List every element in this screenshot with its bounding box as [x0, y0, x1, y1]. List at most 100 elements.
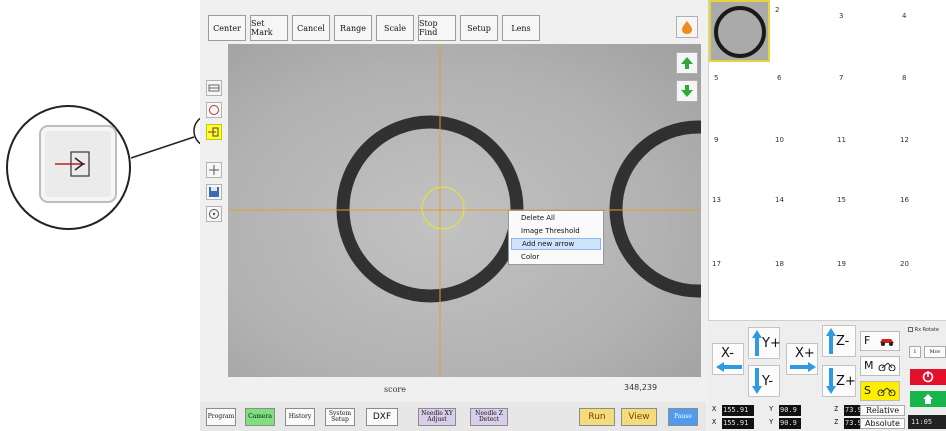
menu-item-image-threshold[interactable]: Image Threshold: [511, 225, 601, 237]
mini-button-1[interactable]: 1: [909, 346, 921, 358]
set-mark-button[interactable]: Set Mark: [250, 15, 288, 41]
menu-item-add-new-arrow[interactable]: Add new arrow: [511, 238, 601, 250]
x-coord-value: 155.91: [722, 418, 754, 429]
z-axis-label: Z: [834, 405, 839, 413]
ruler-icon: [208, 84, 220, 92]
lens-button[interactable]: Lens: [502, 15, 540, 41]
program-tab[interactable]: Program: [206, 408, 236, 426]
target-icon: [209, 209, 219, 219]
medium-speed-button[interactable]: M: [860, 356, 900, 376]
cell-8[interactable]: 8: [902, 74, 906, 82]
scale-button[interactable]: Scale: [376, 15, 414, 41]
save-tool[interactable]: [206, 184, 222, 200]
y-coord-value: 90.9: [779, 418, 801, 429]
dxf-button[interactable]: DXF: [366, 408, 398, 426]
add-arrow-icon: [208, 127, 219, 137]
y-minus-button[interactable]: Y-: [748, 365, 780, 397]
brightness-up-button[interactable]: [676, 52, 698, 74]
checkbox-box: [908, 327, 913, 332]
mini-button-move[interactable]: Mov: [924, 346, 946, 358]
arrow-left-icon: [716, 362, 742, 372]
view-button[interactable]: View: [621, 408, 657, 426]
cell-9[interactable]: 9: [714, 136, 718, 144]
stop-find-button[interactable]: Stop Find: [418, 15, 456, 41]
coord-row-1: X 155.91 Y 90.9 Z 73.98: [712, 405, 866, 416]
menu-item-color[interactable]: Color: [511, 251, 601, 263]
flame-icon: [682, 21, 692, 34]
circle-tool[interactable]: [206, 102, 222, 118]
ruler-tool[interactable]: [206, 80, 222, 96]
cell-3[interactable]: 3: [839, 12, 843, 20]
cell-19[interactable]: 19: [837, 260, 846, 268]
y-plus-button[interactable]: Y+: [748, 327, 781, 359]
y-coord-value: 90.9: [779, 405, 801, 416]
x-axis-label: X: [712, 418, 717, 426]
slow-speed-button[interactable]: S: [860, 381, 900, 401]
context-menu: Delete All Image Threshold Add new arrow…: [508, 210, 604, 265]
zoom-add-arrow-button: [39, 125, 117, 203]
bottom-bar: Program Camera History System Setup DXF …: [200, 402, 706, 431]
save-icon: [209, 187, 219, 197]
x-plus-label: X+: [795, 346, 815, 361]
camera-tab[interactable]: Camera: [245, 408, 275, 426]
cell-14[interactable]: 14: [775, 196, 784, 204]
pause-button[interactable]: Pause: [668, 408, 698, 426]
cell-6[interactable]: 6: [777, 74, 781, 82]
cell-10[interactable]: 10: [775, 136, 784, 144]
system-setup-tab[interactable]: System Setup: [325, 408, 355, 426]
target-tool[interactable]: [206, 206, 222, 222]
x-minus-label: X-: [721, 346, 734, 361]
cell-18[interactable]: 18: [775, 260, 784, 268]
rx-rotate-checkbox[interactable]: Rx Rotate: [908, 327, 939, 333]
relative-button[interactable]: Relative: [860, 405, 905, 416]
run-button[interactable]: Run: [579, 408, 615, 426]
medium-label: M: [864, 359, 874, 372]
slow-label: S: [864, 384, 871, 397]
absolute-button[interactable]: Absolute: [860, 418, 905, 429]
home-button[interactable]: [910, 391, 946, 407]
cell-5[interactable]: 5: [714, 74, 718, 82]
jog-panel: X- Y+ Y- X+ Z- Z+ F M S X 155.91 Y 90.9 …: [708, 320, 946, 431]
cell-11[interactable]: 11: [837, 136, 846, 144]
cancel-button[interactable]: Cancel: [292, 15, 330, 41]
arrow-up-icon: [681, 57, 693, 69]
history-tab[interactable]: History: [285, 408, 315, 426]
cell-17[interactable]: 17: [712, 260, 721, 268]
needle-z-detect-button[interactable]: Needle Z Detect: [470, 408, 508, 426]
arrow-right-icon: [790, 362, 816, 372]
cell-16[interactable]: 16: [900, 196, 909, 204]
menu-item-delete-all[interactable]: Delete All: [511, 212, 601, 224]
fast-speed-button[interactable]: F: [860, 331, 900, 351]
z-axis-label: Z: [834, 418, 839, 426]
needle-xy-adjust-button[interactable]: Needle XY Adjust: [418, 408, 456, 426]
alarm-button[interactable]: [910, 369, 946, 385]
cell-12[interactable]: 12: [900, 136, 909, 144]
z-minus-button[interactable]: Z-: [822, 325, 856, 357]
brightness-down-button[interactable]: [676, 80, 698, 102]
z-minus-label: Z-: [836, 334, 850, 349]
center-button[interactable]: Center: [208, 15, 246, 41]
light-button[interactable]: [676, 16, 698, 38]
thumbnail-image: [714, 6, 766, 58]
add-arrow-tool[interactable]: [206, 124, 222, 140]
arrow-up-icon: [826, 328, 836, 354]
z-plus-button[interactable]: Z+: [822, 365, 856, 397]
bicycle-icon: [877, 387, 896, 396]
cell-2[interactable]: 2: [775, 6, 779, 14]
setup-button[interactable]: Setup: [460, 15, 498, 41]
thumbnail-1[interactable]: [709, 0, 770, 62]
y-axis-label: Y: [769, 418, 774, 426]
x-minus-button[interactable]: X-: [712, 343, 744, 375]
cell-20[interactable]: 20: [900, 260, 909, 268]
x-plus-button[interactable]: X+: [786, 343, 818, 375]
cell-4[interactable]: 4: [902, 12, 906, 20]
arrow-up-icon: [752, 330, 762, 356]
cell-15[interactable]: 15: [837, 196, 846, 204]
arrow-down-icon: [752, 368, 762, 394]
camera-view[interactable]: Delete All Image Threshold Add new arrow…: [228, 44, 701, 377]
cell-13[interactable]: 13: [712, 196, 721, 204]
range-button[interactable]: Range: [334, 15, 372, 41]
cell-7[interactable]: 7: [839, 74, 843, 82]
x-coord-value: 155.91: [722, 405, 754, 416]
move-tool[interactable]: [206, 162, 222, 178]
